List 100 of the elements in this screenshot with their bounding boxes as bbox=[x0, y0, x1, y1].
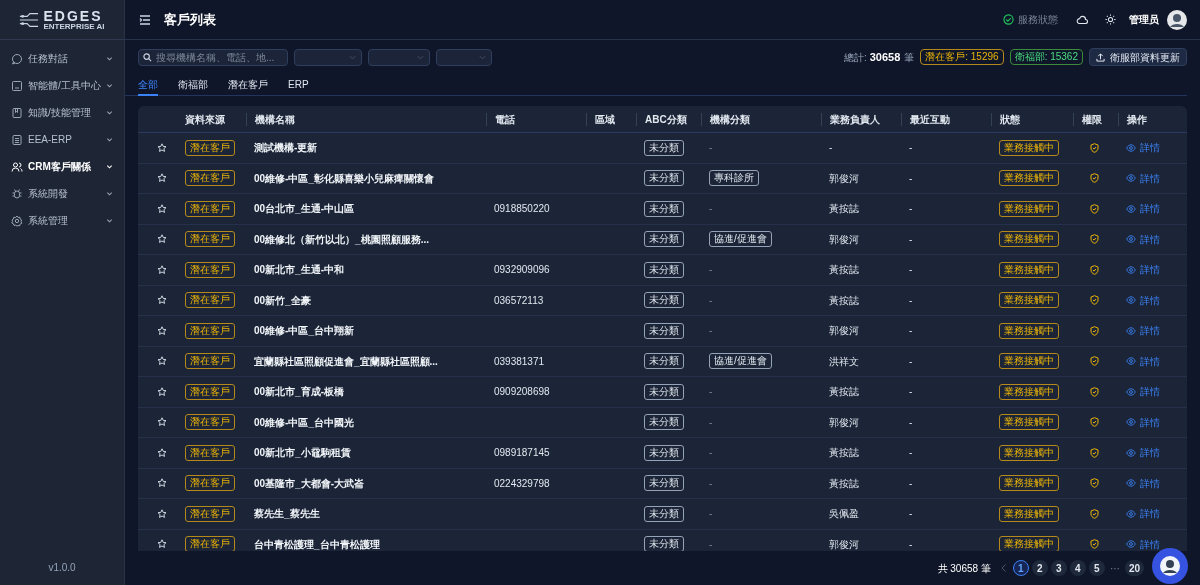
star-icon[interactable] bbox=[156, 447, 167, 458]
table-cell-text: - bbox=[709, 476, 713, 491]
column-header: 機構名稱 bbox=[255, 112, 295, 127]
avatar-icon[interactable] bbox=[1167, 9, 1187, 30]
star-icon[interactable] bbox=[156, 356, 167, 367]
menu-icon[interactable] bbox=[138, 12, 152, 27]
column-header: 操作 bbox=[1127, 112, 1147, 127]
eye-icon bbox=[1126, 540, 1136, 549]
shield-icon bbox=[1090, 478, 1099, 489]
tab[interactable]: ERP bbox=[288, 74, 309, 96]
page-button[interactable]: 4 bbox=[1069, 560, 1086, 576]
details-link[interactable]: 詳情 bbox=[1126, 170, 1160, 186]
star-icon[interactable] bbox=[156, 325, 167, 336]
table-cell-text: 郭俊河 bbox=[829, 171, 859, 186]
search-field[interactable]: 搜尋機構名稱、電話、地... bbox=[138, 48, 288, 66]
details-link[interactable]: 詳情 bbox=[1126, 353, 1160, 369]
star-icon[interactable] bbox=[156, 234, 167, 245]
sidebar-item[interactable]: CRM客戶關係 bbox=[6, 156, 118, 177]
source-tag: 潛在客戶 bbox=[185, 292, 235, 309]
eye-icon bbox=[1126, 296, 1136, 305]
chat-assistant-button[interactable] bbox=[1152, 548, 1188, 584]
source-tag: 潛在客戶 bbox=[185, 414, 235, 431]
column-header: 狀態 bbox=[1000, 112, 1020, 127]
details-link[interactable]: 詳情 bbox=[1126, 475, 1160, 491]
tab[interactable]: 潛在客戶 bbox=[228, 74, 268, 96]
page-button[interactable]: 2 bbox=[1031, 560, 1048, 576]
category-tag: 未分類 bbox=[644, 475, 684, 492]
star-icon[interactable] bbox=[156, 386, 167, 397]
table-cell-text: 黃按誌 bbox=[829, 293, 859, 308]
details-link[interactable]: 詳情 bbox=[1126, 292, 1160, 308]
total-unit: 筆 bbox=[904, 50, 915, 65]
star-icon[interactable] bbox=[156, 295, 167, 306]
eye-icon bbox=[1126, 235, 1136, 244]
table-cell-text: - bbox=[709, 446, 713, 461]
sidebar-item[interactable]: EEA-ERP bbox=[6, 129, 118, 150]
tab[interactable]: 衛福部 bbox=[178, 74, 208, 96]
service-status-link[interactable]: 服務狀態 bbox=[1018, 12, 1058, 27]
star-icon[interactable] bbox=[156, 173, 167, 184]
star-icon[interactable] bbox=[156, 478, 167, 489]
table-cell-text: - bbox=[709, 507, 713, 522]
table-cell-text: 00基隆市_大都會-大武崙 bbox=[254, 476, 364, 491]
star-icon[interactable] bbox=[156, 142, 167, 153]
details-link[interactable]: 詳情 bbox=[1126, 140, 1160, 156]
cloud-icon[interactable] bbox=[1076, 14, 1088, 25]
table-cell-text: 00維修-中區_台中翔新 bbox=[254, 324, 354, 339]
details-link[interactable]: 詳情 bbox=[1126, 231, 1160, 247]
table-cell-text: - bbox=[709, 324, 713, 339]
status-tag: 業務接觸中 bbox=[999, 261, 1059, 278]
eye-icon bbox=[1126, 357, 1136, 366]
details-link[interactable]: 詳情 bbox=[1126, 445, 1160, 461]
bug-icon bbox=[11, 187, 23, 200]
status-tag: 業務接觸中 bbox=[999, 139, 1059, 156]
details-link[interactable]: 詳情 bbox=[1126, 201, 1160, 217]
details-link[interactable]: 詳情 bbox=[1126, 414, 1160, 430]
sidebar-item[interactable]: 知識/技能管理 bbox=[6, 102, 118, 123]
category-tag: 未分類 bbox=[644, 444, 684, 461]
chevron-down-icon bbox=[417, 54, 424, 60]
shield-icon bbox=[1090, 173, 1099, 184]
sun-icon[interactable] bbox=[1105, 14, 1116, 25]
shield-icon bbox=[1090, 539, 1099, 550]
star-icon[interactable] bbox=[156, 508, 167, 519]
pagination-total: 共 30658 筆 bbox=[937, 561, 991, 576]
user-name[interactable]: 管理员 bbox=[1129, 12, 1159, 27]
tab[interactable]: 全部 bbox=[138, 74, 158, 96]
star-icon[interactable] bbox=[156, 539, 167, 550]
details-link[interactable]: 詳情 bbox=[1126, 384, 1160, 400]
update-button[interactable]: 衛服部資料更新 bbox=[1089, 48, 1187, 66]
star-icon[interactable] bbox=[156, 417, 167, 428]
shield-icon bbox=[1090, 356, 1099, 367]
shield-icon bbox=[1090, 142, 1099, 153]
category-tag: 協進/促進會 bbox=[709, 353, 772, 370]
category-tag: 未分類 bbox=[644, 139, 684, 156]
table-cell-text: - bbox=[909, 354, 913, 369]
eye-icon bbox=[1126, 418, 1136, 427]
details-link[interactable]: 詳情 bbox=[1126, 506, 1160, 522]
table-cell-text: 郭俊河 bbox=[829, 415, 859, 430]
page-button[interactable]: 1 bbox=[1012, 560, 1029, 576]
page-button[interactable]: 5 bbox=[1088, 560, 1105, 576]
page-button[interactable]: 3 bbox=[1050, 560, 1067, 576]
details-link[interactable]: 詳情 bbox=[1126, 323, 1160, 339]
shield-icon bbox=[1090, 264, 1099, 275]
category-tag: 未分類 bbox=[644, 383, 684, 400]
status-tag: 業務接觸中 bbox=[999, 383, 1059, 400]
table-cell-text: - bbox=[909, 537, 913, 551]
status-tag: 業務接觸中 bbox=[999, 322, 1059, 339]
table-cell-text: - bbox=[709, 537, 713, 551]
details-link[interactable]: 詳情 bbox=[1126, 262, 1160, 278]
sidebar-item[interactable]: 系統開發 bbox=[6, 183, 118, 204]
sidebar-item[interactable]: 智能體/工具中心 bbox=[6, 75, 118, 96]
star-icon[interactable] bbox=[156, 203, 167, 214]
status-tag: 業務接觸中 bbox=[999, 414, 1059, 431]
status-tag: 業務接觸中 bbox=[999, 170, 1059, 187]
table-cell-text: 測試機構-更新 bbox=[254, 141, 318, 156]
sidebar-item[interactable]: 任務對話 bbox=[6, 48, 118, 69]
table-cell-text: - bbox=[709, 385, 713, 400]
details-link[interactable]: 詳情 bbox=[1126, 536, 1160, 551]
star-icon[interactable] bbox=[156, 264, 167, 275]
page-button[interactable]: 20 bbox=[1124, 560, 1144, 576]
sidebar-item[interactable]: 系統管理 bbox=[6, 210, 118, 231]
shield-icon bbox=[1090, 508, 1099, 519]
